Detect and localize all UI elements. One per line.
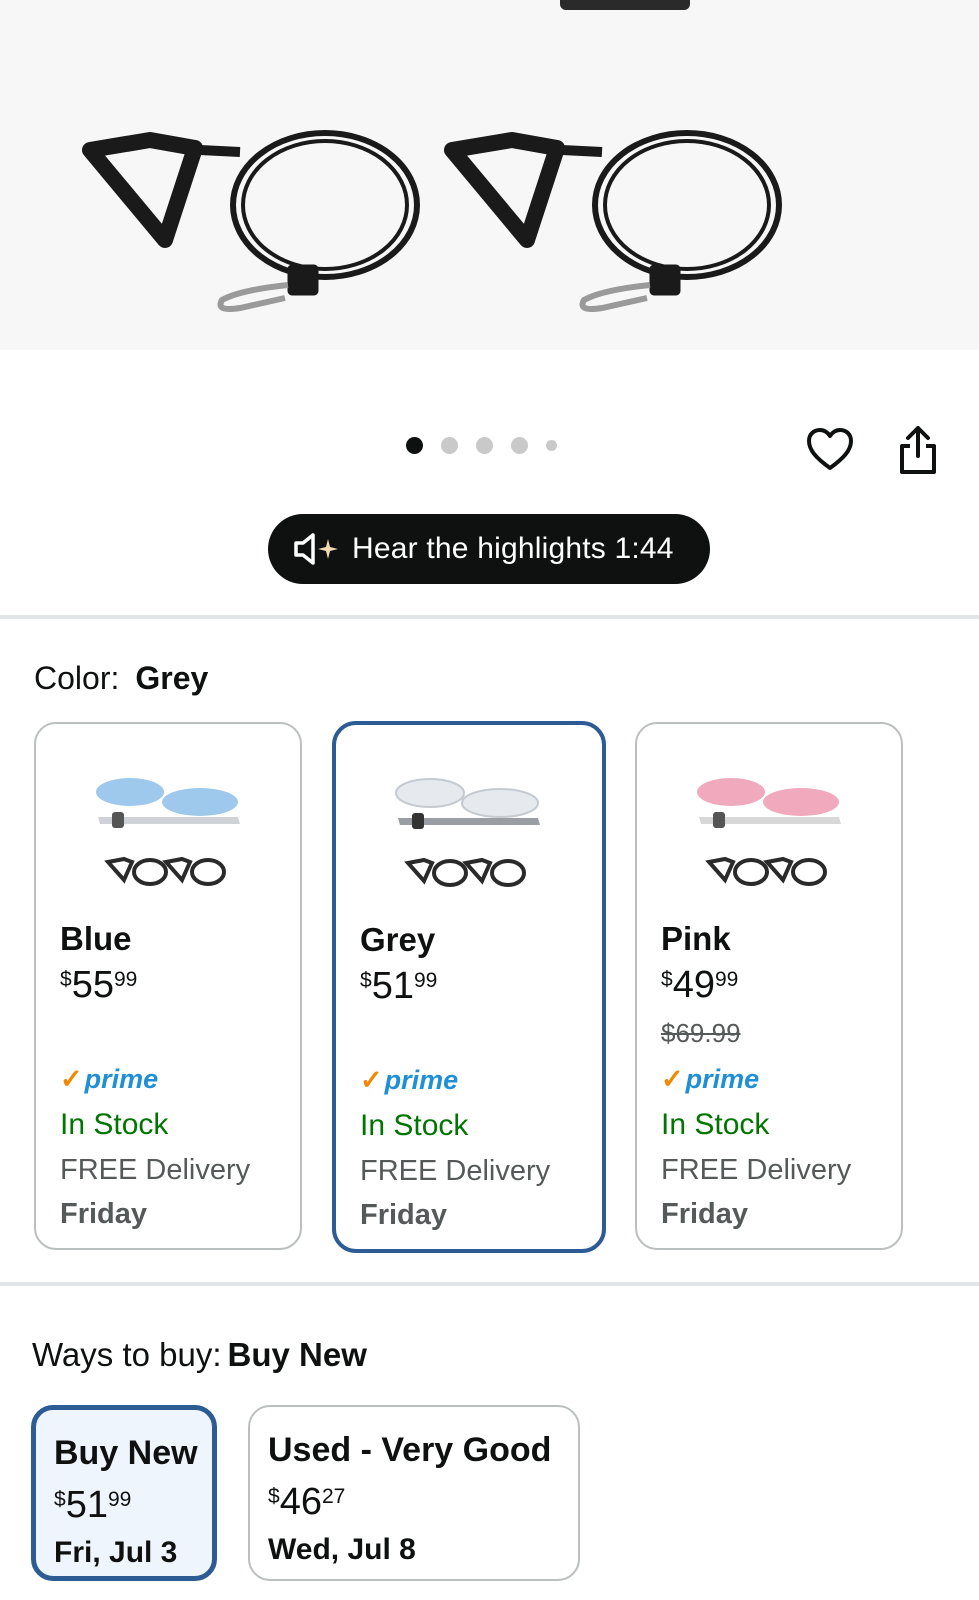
option-date: Fri, Jul 3 [54, 1536, 178, 1569]
delivery-day: Friday [661, 1198, 749, 1230]
delivery-day: Friday [360, 1199, 448, 1231]
option-title: Buy New [54, 1434, 198, 1472]
pagination-dot[interactable] [511, 437, 528, 454]
variant-price: $5199 [360, 965, 438, 1007]
speaker-sparkle-icon [294, 533, 338, 565]
variant-price: $4999 [661, 964, 739, 1006]
color-selected-value: Grey [135, 660, 209, 696]
ways-to-buy-selected: Buy New [227, 1336, 367, 1373]
option-price: $5199 [54, 1484, 132, 1526]
variant-thumbnail [96, 778, 240, 886]
prime-badge: ✓prime [360, 1065, 459, 1095]
color-label: Color: [34, 660, 120, 696]
stock-status: In Stock [360, 1109, 469, 1142]
image-pagination[interactable] [406, 437, 575, 454]
option-date: Wed, Jul 8 [268, 1533, 416, 1566]
variant-card-pink[interactable]: Pink $4999 $69.99 ✓prime In Stock FREE D… [635, 722, 903, 1250]
section-divider [0, 615, 979, 619]
stock-status: In Stock [60, 1108, 169, 1141]
hear-highlights-label: Hear the highlights 1:44 [352, 532, 674, 565]
prime-badge: ✓prime [661, 1064, 760, 1094]
product-image[interactable] [0, 0, 979, 350]
prime-badge: ✓prime [60, 1064, 159, 1094]
variant-card-blue[interactable]: Blue $5599 ✓prime In Stock FREE Delivery… [34, 722, 302, 1250]
stock-status: In Stock [661, 1108, 770, 1141]
variant-card-grey[interactable]: Grey $5199 ✓prime In Stock FREE Delivery… [332, 721, 606, 1253]
ways-to-buy-heading: Ways to buy: Buy New [32, 1336, 367, 1374]
prime-check-icon: ✓ [360, 1065, 383, 1095]
prime-check-icon: ✓ [60, 1064, 83, 1094]
prime-check-icon: ✓ [661, 1064, 684, 1094]
variant-thumbnail [697, 778, 841, 886]
variant-name: Grey [360, 921, 436, 958]
delivery-label: FREE Delivery [661, 1154, 852, 1186]
variant-price: $5599 [60, 964, 138, 1006]
pagination-dot[interactable] [546, 440, 557, 451]
pagination-dot[interactable] [441, 437, 458, 454]
option-price: $4627 [268, 1481, 346, 1523]
pagination-dot[interactable] [406, 437, 423, 454]
section-divider [0, 1282, 979, 1286]
hear-highlights-button[interactable]: Hear the highlights 1:44 [268, 514, 710, 584]
pagination-dot[interactable] [476, 437, 493, 454]
buy-new-option[interactable]: Buy New $5199 Fri, Jul 3 [31, 1405, 217, 1581]
delivery-day: Friday [60, 1198, 148, 1230]
ways-to-buy-label: Ways to buy: [32, 1336, 222, 1373]
list-price: $69.99 [661, 1018, 741, 1048]
delivery-label: FREE Delivery [360, 1155, 551, 1187]
variant-thumbnail [395, 778, 540, 887]
option-title: Used - Very Good [268, 1431, 552, 1469]
used-very-good-option[interactable]: Used - Very Good $4627 Wed, Jul 8 [248, 1405, 580, 1581]
share-icon[interactable] [896, 424, 940, 476]
delivery-label: FREE Delivery [60, 1154, 251, 1186]
heart-icon[interactable] [806, 426, 854, 474]
variant-name: Pink [661, 920, 731, 957]
variant-name: Blue [60, 920, 132, 957]
color-heading: Color: Grey [34, 660, 208, 697]
